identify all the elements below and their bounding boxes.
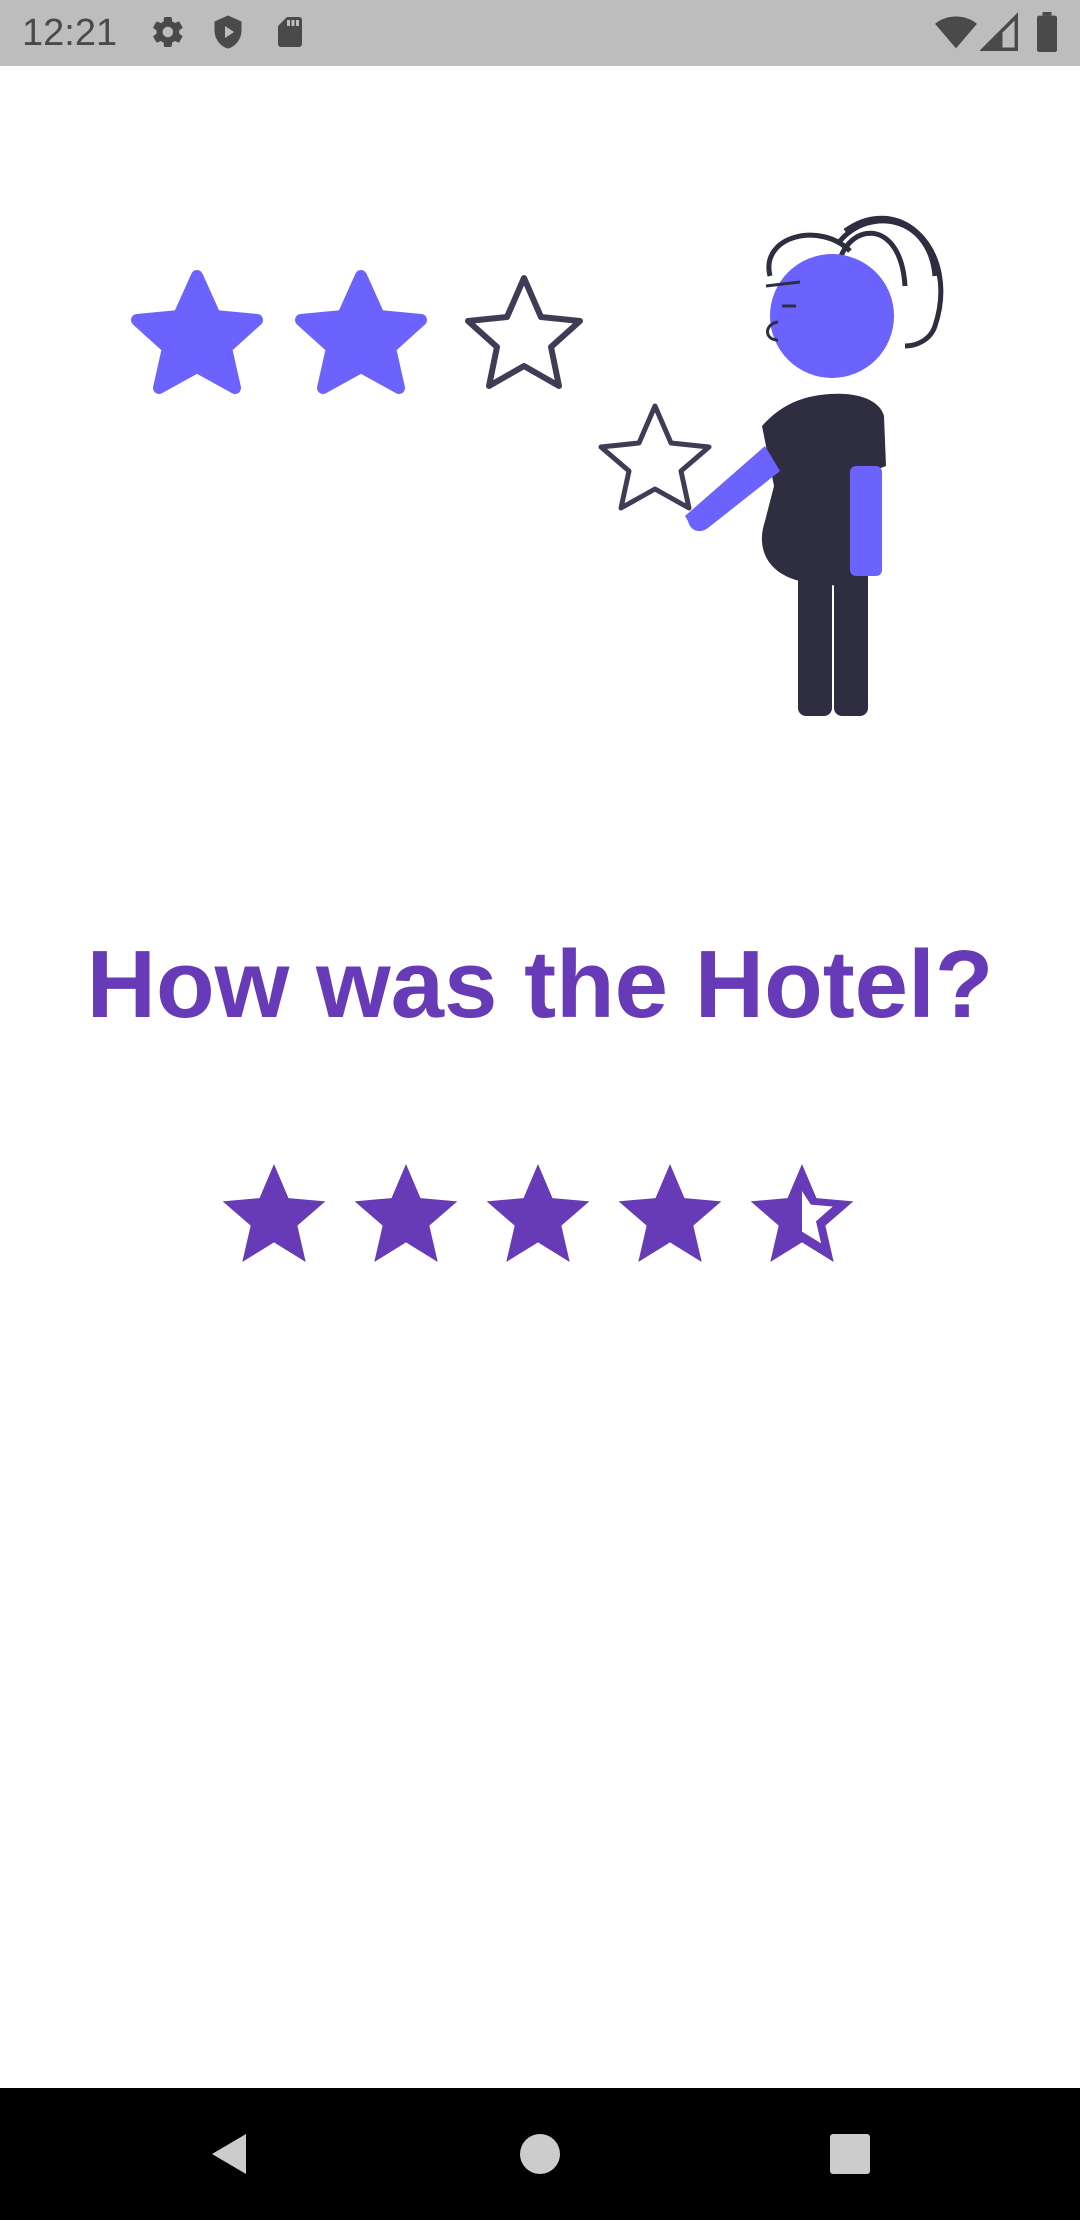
gear-icon bbox=[153, 16, 183, 48]
person-leg-left bbox=[798, 566, 832, 716]
cell-signal-icon bbox=[980, 12, 1018, 51]
home-icon bbox=[520, 2134, 560, 2174]
shield-icon bbox=[214, 15, 242, 49]
rating-screen: 12:21 How was the Hotel? bbox=[0, 0, 1080, 2220]
illustration-star-held bbox=[598, 403, 712, 511]
navigation-bar bbox=[0, 2088, 1080, 2220]
wifi-icon bbox=[935, 16, 977, 49]
battery-icon bbox=[1037, 12, 1057, 52]
illustration-star-filled-2 bbox=[295, 270, 427, 394]
back-icon bbox=[212, 2134, 246, 2174]
illustration-star-outline-1 bbox=[465, 275, 583, 389]
recents-icon bbox=[830, 2134, 870, 2174]
rating-bar[interactable] bbox=[218, 1158, 858, 1268]
rating-star-2[interactable] bbox=[350, 1157, 462, 1269]
rating-illustration bbox=[131, 215, 944, 716]
illustration-star-filled-1 bbox=[131, 270, 263, 394]
sd-card-icon bbox=[278, 17, 302, 47]
nav-back-button[interactable] bbox=[148, 2088, 308, 2220]
person-arm-right bbox=[850, 466, 882, 576]
status-bar: 12:21 bbox=[0, 0, 1080, 66]
nav-recents-button[interactable] bbox=[770, 2088, 930, 2220]
nav-home-button[interactable] bbox=[460, 2088, 620, 2220]
rating-star-5-half[interactable] bbox=[746, 1157, 858, 1269]
person-head bbox=[770, 254, 894, 378]
status-time: 12:21 bbox=[22, 12, 118, 54]
rating-star-1[interactable] bbox=[218, 1157, 330, 1269]
rating-star-3[interactable] bbox=[482, 1157, 594, 1269]
rating-star-4[interactable] bbox=[614, 1157, 726, 1269]
person-leg-right bbox=[834, 566, 868, 716]
question-title: How was the Hotel? bbox=[86, 931, 994, 1038]
